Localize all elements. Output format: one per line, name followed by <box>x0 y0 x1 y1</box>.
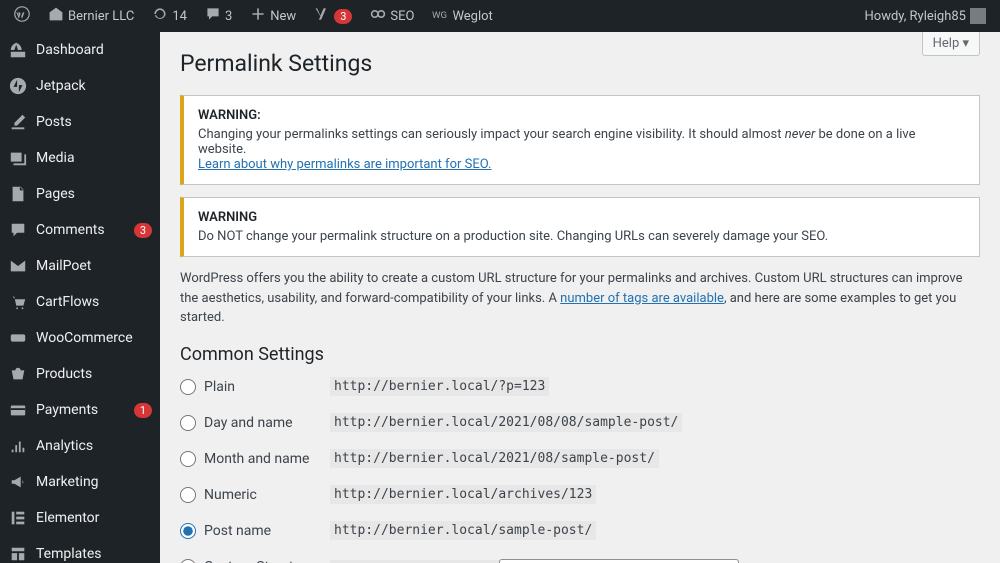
sidebar-item-label: Templates <box>36 546 152 562</box>
tags-available-link[interactable]: number of tags are available <box>560 291 724 306</box>
sidebar-item-dashboard[interactable]: Dashboard <box>0 32 160 68</box>
admin-sidebar: Dashboard Jetpack Posts Media Pages Comments 3… <box>0 32 160 563</box>
sidebar-item-comments[interactable]: Comments 3 <box>0 212 160 248</box>
comments-icon <box>8 220 28 240</box>
sidebar-item-mailpoet[interactable]: MailPoet <box>0 248 160 284</box>
help-tab[interactable]: Help ▾ <box>922 32 980 56</box>
sidebar-badge: 3 <box>134 223 152 238</box>
option-month-name[interactable]: Month and name <box>180 451 330 467</box>
sidebar-item-marketing[interactable]: Marketing <box>0 464 160 500</box>
warning-title: WARNING: <box>198 108 965 123</box>
sidebar-item-posts[interactable]: Posts <box>0 104 160 140</box>
example-day-name: http://bernier.local/2021/08/08/sample-p… <box>330 413 682 432</box>
analytics-icon <box>8 436 28 456</box>
sidebar-item-label: Dashboard <box>36 42 152 58</box>
new-content-link[interactable]: New <box>244 0 302 32</box>
option-custom[interactable]: Custom Structure <box>180 559 330 563</box>
example-month-name: http://bernier.local/2021/08/sample-post… <box>330 449 659 468</box>
radio-day-name[interactable] <box>180 415 196 431</box>
posts-icon <box>8 112 28 132</box>
admin-toolbar: Bernier LLC 14 3 New 3 SEO WG Weglot Howd… <box>0 0 1000 32</box>
intro-text: WordPress offers you the ability to crea… <box>180 269 980 328</box>
option-plain[interactable]: Plain <box>180 379 330 395</box>
common-settings-heading: Common Settings <box>180 344 980 365</box>
radio-plain[interactable] <box>180 379 196 395</box>
payments-icon <box>8 400 28 420</box>
seo-link[interactable]: SEO <box>364 0 420 32</box>
sidebar-item-label: Marketing <box>36 474 152 490</box>
sidebar-item-label: Posts <box>36 114 152 130</box>
site-name-link[interactable]: Bernier LLC <box>42 0 140 32</box>
sidebar-item-payments[interactable]: Payments 1 <box>0 392 160 428</box>
sidebar-badge: 1 <box>134 403 152 418</box>
example-post-name: http://bernier.local/sample-post/ <box>330 521 596 540</box>
custom-structure-input[interactable] <box>499 559 739 563</box>
sidebar-item-label: Elementor <box>36 510 152 526</box>
mail-icon <box>8 256 28 276</box>
comments-count: 3 <box>225 9 232 24</box>
sidebar-item-elementor[interactable]: Elementor <box>0 500 160 536</box>
jetpack-icon <box>8 76 28 96</box>
sidebar-item-label: MailPoet <box>36 258 152 274</box>
site-name-text: Bernier LLC <box>68 9 134 24</box>
radio-numeric[interactable] <box>180 487 196 503</box>
option-day-name[interactable]: Day and name <box>180 415 330 431</box>
warning-body: Changing your permalinks settings can se… <box>198 127 965 157</box>
weglot-label: Weglot <box>452 9 492 24</box>
marketing-icon <box>8 472 28 492</box>
updates-link[interactable]: 14 <box>146 0 193 32</box>
howdy-text: Howdy, Ryleigh85 <box>865 9 967 24</box>
sidebar-item-label: Pages <box>36 186 152 202</box>
learn-permalinks-link[interactable]: Learn about why permalinks are important… <box>198 157 491 172</box>
example-plain: http://bernier.local/?p=123 <box>330 377 549 396</box>
sidebar-item-woocommerce[interactable]: WooCommerce <box>0 320 160 356</box>
elementor-icon <box>8 508 28 528</box>
seo-label: SEO <box>390 9 414 24</box>
sidebar-item-products[interactable]: Products <box>0 356 160 392</box>
new-label: New <box>270 9 296 24</box>
products-icon <box>8 364 28 384</box>
updates-count: 14 <box>172 9 187 24</box>
templates-icon <box>8 544 28 563</box>
sidebar-item-label: WooCommerce <box>36 330 152 346</box>
sidebar-item-label: Analytics <box>36 438 152 454</box>
sidebar-item-media[interactable]: Media <box>0 140 160 176</box>
weglot-link[interactable]: WG Weglot <box>426 0 498 32</box>
comments-link[interactable]: 3 <box>199 0 238 32</box>
example-numeric: http://bernier.local/archives/123 <box>330 485 596 504</box>
sidebar-item-label: Payments <box>36 402 126 418</box>
my-account-link[interactable]: Howdy, Ryleigh85 <box>859 0 993 32</box>
main-content: Help ▾ Permalink Settings WARNING: Chang… <box>160 32 1000 563</box>
sidebar-item-label: Products <box>36 366 152 382</box>
avatar-icon <box>970 8 986 24</box>
media-icon <box>8 148 28 168</box>
seo-warning-notice: WARNING Do NOT change your permalink str… <box>180 197 980 257</box>
cart-icon <box>8 292 28 312</box>
sidebar-item-label: Comments <box>36 222 126 238</box>
sidebar-item-label: Media <box>36 150 152 166</box>
sidebar-item-label: CartFlows <box>36 294 152 310</box>
option-post-name[interactable]: Post name <box>180 523 330 539</box>
sidebar-item-templates[interactable]: Templates <box>0 536 160 563</box>
dashboard-icon <box>8 40 28 60</box>
yoast-link[interactable]: 3 <box>308 0 358 32</box>
woo-icon <box>8 328 28 348</box>
sidebar-item-jetpack[interactable]: Jetpack <box>0 68 160 104</box>
sidebar-item-label: Jetpack <box>36 78 152 94</box>
radio-post-name[interactable] <box>180 523 196 539</box>
svg-text:WG: WG <box>432 10 447 21</box>
page-title: Permalink Settings <box>180 50 980 77</box>
radio-month-name[interactable] <box>180 451 196 467</box>
radio-custom[interactable] <box>180 559 196 563</box>
option-numeric[interactable]: Numeric <box>180 487 330 503</box>
pages-icon <box>8 184 28 204</box>
sidebar-item-pages[interactable]: Pages <box>0 176 160 212</box>
wp-logo[interactable] <box>8 0 36 32</box>
warning2-body: Do NOT change your permalink structure o… <box>198 229 965 244</box>
sidebar-item-cartflows[interactable]: CartFlows <box>0 284 160 320</box>
sidebar-item-analytics[interactable]: Analytics <box>0 428 160 464</box>
warning2-title: WARNING <box>198 210 965 225</box>
yoast-warning-notice: WARNING: Changing your permalinks settin… <box>180 95 980 185</box>
yoast-count: 3 <box>334 9 352 24</box>
